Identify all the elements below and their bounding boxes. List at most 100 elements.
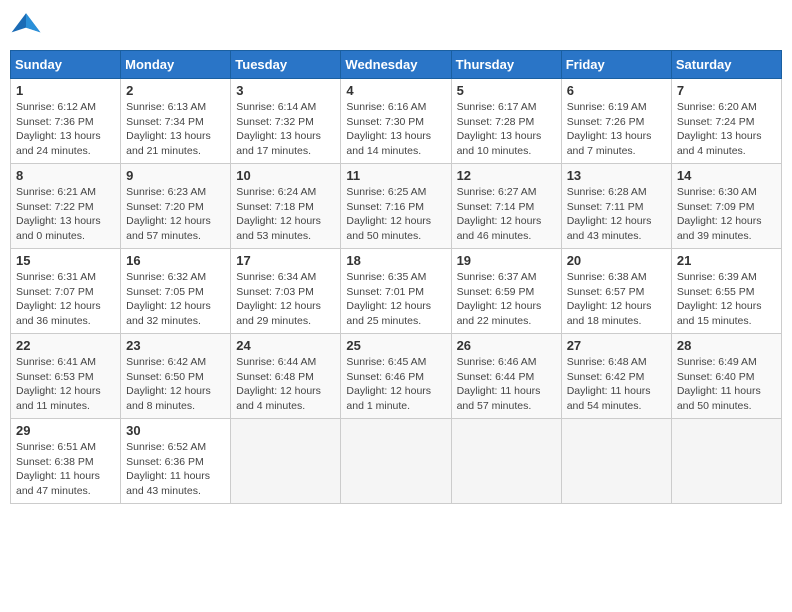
day-number: 5 <box>457 83 556 98</box>
calendar-cell: 30 Sunrise: 6:52 AMSunset: 6:36 PMDayligh… <box>121 419 231 504</box>
calendar-week-row: 1 Sunrise: 6:12 AMSunset: 7:36 PMDaylight… <box>11 79 782 164</box>
day-number: 29 <box>16 423 115 438</box>
day-info: Sunrise: 6:46 AMSunset: 6:44 PMDaylight:… <box>457 355 556 414</box>
calendar-cell: 2Sunrise: 6:13 AMSunset: 7:34 PMDaylight… <box>121 79 231 164</box>
day-info: Sunrise: 6:37 AMSunset: 6:59 PMDaylight:… <box>457 270 556 329</box>
day-number: 18 <box>346 253 445 268</box>
day-info: Sunrise: 6:34 AMSunset: 7:03 PMDaylight:… <box>236 270 335 329</box>
day-number: 26 <box>457 338 556 353</box>
calendar-cell: 10 Sunrise: 6:24 AMSunset: 7:18 PMDayligh… <box>231 164 341 249</box>
calendar-cell: 14 Sunrise: 6:30 AMSunset: 7:09 PMDayligh… <box>671 164 781 249</box>
calendar-cell <box>341 419 451 504</box>
calendar-cell: 20 Sunrise: 6:38 AMSunset: 6:57 PMDayligh… <box>561 249 671 334</box>
day-info: Sunrise: 6:25 AMSunset: 7:16 PMDaylight:… <box>346 185 445 244</box>
calendar-cell: 18Sunrise: 6:35 AMSunset: 7:01 PMDayligh… <box>341 249 451 334</box>
calendar-cell <box>561 419 671 504</box>
day-number: 4 <box>346 83 445 98</box>
calendar-cell: 13 Sunrise: 6:28 AMSunset: 7:11 PMDayligh… <box>561 164 671 249</box>
day-number: 21 <box>677 253 776 268</box>
calendar-cell: 11 Sunrise: 6:25 AMSunset: 7:16 PMDayligh… <box>341 164 451 249</box>
day-info: Sunrise: 6:52 AMSunset: 6:36 PMDaylight:… <box>126 440 225 499</box>
day-info: Sunrise: 6:14 AMSunset: 7:32 PMDaylight:… <box>236 100 335 159</box>
calendar-cell: 28 Sunrise: 6:49 AMSunset: 6:40 PMDayligh… <box>671 334 781 419</box>
day-number: 7 <box>677 83 776 98</box>
calendar-week-row: 22 Sunrise: 6:41 AMSunset: 6:53 PMDayligh… <box>11 334 782 419</box>
day-info: Sunrise: 6:30 AMSunset: 7:09 PMDaylight:… <box>677 185 776 244</box>
day-info: Sunrise: 6:17 AMSunset: 7:28 PMDaylight:… <box>457 100 556 159</box>
day-info: Sunrise: 6:41 AMSunset: 6:53 PMDaylight:… <box>16 355 115 414</box>
calendar-cell <box>451 419 561 504</box>
day-number: 13 <box>567 168 666 183</box>
calendar-header-row: SundayMondayTuesdayWednesdayThursdayFrid… <box>11 51 782 79</box>
day-number: 9 <box>126 168 225 183</box>
calendar-cell: 1 Sunrise: 6:12 AMSunset: 7:36 PMDaylight… <box>11 79 121 164</box>
calendar-cell: 3 Sunrise: 6:14 AMSunset: 7:32 PMDaylight… <box>231 79 341 164</box>
column-header-sunday: Sunday <box>11 51 121 79</box>
column-header-friday: Friday <box>561 51 671 79</box>
day-number: 16 <box>126 253 225 268</box>
calendar-table: SundayMondayTuesdayWednesdayThursdayFrid… <box>10 50 782 504</box>
day-number: 19 <box>457 253 556 268</box>
calendar-cell: 5 Sunrise: 6:17 AMSunset: 7:28 PMDaylight… <box>451 79 561 164</box>
day-info: Sunrise: 6:42 AMSunset: 6:50 PMDaylight:… <box>126 355 225 414</box>
calendar-week-row: 15 Sunrise: 6:31 AMSunset: 7:07 PMDayligh… <box>11 249 782 334</box>
calendar-cell: 19 Sunrise: 6:37 AMSunset: 6:59 PMDayligh… <box>451 249 561 334</box>
day-info: Sunrise: 6:44 AMSunset: 6:48 PMDaylight:… <box>236 355 335 414</box>
column-header-saturday: Saturday <box>671 51 781 79</box>
page-header <box>10 10 782 42</box>
day-number: 22 <box>16 338 115 353</box>
day-number: 2 <box>126 83 225 98</box>
day-number: 14 <box>677 168 776 183</box>
calendar-cell: 8 Sunrise: 6:21 AMSunset: 7:22 PMDaylight… <box>11 164 121 249</box>
calendar-cell: 12Sunrise: 6:27 AMSunset: 7:14 PMDayligh… <box>451 164 561 249</box>
day-info: Sunrise: 6:12 AMSunset: 7:36 PMDaylight:… <box>16 100 115 159</box>
column-header-wednesday: Wednesday <box>341 51 451 79</box>
day-number: 27 <box>567 338 666 353</box>
day-number: 17 <box>236 253 335 268</box>
day-number: 10 <box>236 168 335 183</box>
column-header-tuesday: Tuesday <box>231 51 341 79</box>
calendar-cell: 21 Sunrise: 6:39 AMSunset: 6:55 PMDayligh… <box>671 249 781 334</box>
day-number: 15 <box>16 253 115 268</box>
day-number: 1 <box>16 83 115 98</box>
calendar-cell: 22 Sunrise: 6:41 AMSunset: 6:53 PMDayligh… <box>11 334 121 419</box>
day-info: Sunrise: 6:38 AMSunset: 6:57 PMDaylight:… <box>567 270 666 329</box>
day-number: 20 <box>567 253 666 268</box>
day-number: 6 <box>567 83 666 98</box>
day-info: Sunrise: 6:39 AMSunset: 6:55 PMDaylight:… <box>677 270 776 329</box>
day-info: Sunrise: 6:23 AMSunset: 7:20 PMDaylight:… <box>126 185 225 244</box>
day-info: Sunrise: 6:32 AMSunset: 7:05 PMDaylight:… <box>126 270 225 329</box>
calendar-cell: 17 Sunrise: 6:34 AMSunset: 7:03 PMDayligh… <box>231 249 341 334</box>
day-number: 3 <box>236 83 335 98</box>
calendar-cell <box>231 419 341 504</box>
day-info: Sunrise: 6:21 AMSunset: 7:22 PMDaylight:… <box>16 185 115 244</box>
day-info: Sunrise: 6:24 AMSunset: 7:18 PMDaylight:… <box>236 185 335 244</box>
column-header-thursday: Thursday <box>451 51 561 79</box>
column-header-monday: Monday <box>121 51 231 79</box>
day-number: 25 <box>346 338 445 353</box>
calendar-cell: 23 Sunrise: 6:42 AMSunset: 6:50 PMDayligh… <box>121 334 231 419</box>
day-number: 28 <box>677 338 776 353</box>
day-info: Sunrise: 6:49 AMSunset: 6:40 PMDaylight:… <box>677 355 776 414</box>
day-number: 12 <box>457 168 556 183</box>
calendar-cell: 24Sunrise: 6:44 AMSunset: 6:48 PMDayligh… <box>231 334 341 419</box>
day-info: Sunrise: 6:28 AMSunset: 7:11 PMDaylight:… <box>567 185 666 244</box>
day-number: 23 <box>126 338 225 353</box>
calendar-cell <box>671 419 781 504</box>
day-number: 8 <box>16 168 115 183</box>
calendar-cell: 4Sunrise: 6:16 AMSunset: 7:30 PMDaylight… <box>341 79 451 164</box>
logo <box>10 10 46 42</box>
day-info: Sunrise: 6:31 AMSunset: 7:07 PMDaylight:… <box>16 270 115 329</box>
day-info: Sunrise: 6:51 AMSunset: 6:38 PMDaylight:… <box>16 440 115 499</box>
calendar-cell: 26 Sunrise: 6:46 AMSunset: 6:44 PMDayligh… <box>451 334 561 419</box>
calendar-week-row: 8 Sunrise: 6:21 AMSunset: 7:22 PMDaylight… <box>11 164 782 249</box>
calendar-cell: 7Sunrise: 6:20 AMSunset: 7:24 PMDaylight… <box>671 79 781 164</box>
day-number: 30 <box>126 423 225 438</box>
calendar-cell: 25 Sunrise: 6:45 AMSunset: 6:46 PMDayligh… <box>341 334 451 419</box>
calendar-cell: 15 Sunrise: 6:31 AMSunset: 7:07 PMDayligh… <box>11 249 121 334</box>
calendar-cell: 16 Sunrise: 6:32 AMSunset: 7:05 PMDayligh… <box>121 249 231 334</box>
day-info: Sunrise: 6:45 AMSunset: 6:46 PMDaylight:… <box>346 355 445 414</box>
day-number: 11 <box>346 168 445 183</box>
calendar-cell: 27Sunrise: 6:48 AMSunset: 6:42 PMDayligh… <box>561 334 671 419</box>
calendar-cell: 29 Sunrise: 6:51 AMSunset: 6:38 PMDayligh… <box>11 419 121 504</box>
